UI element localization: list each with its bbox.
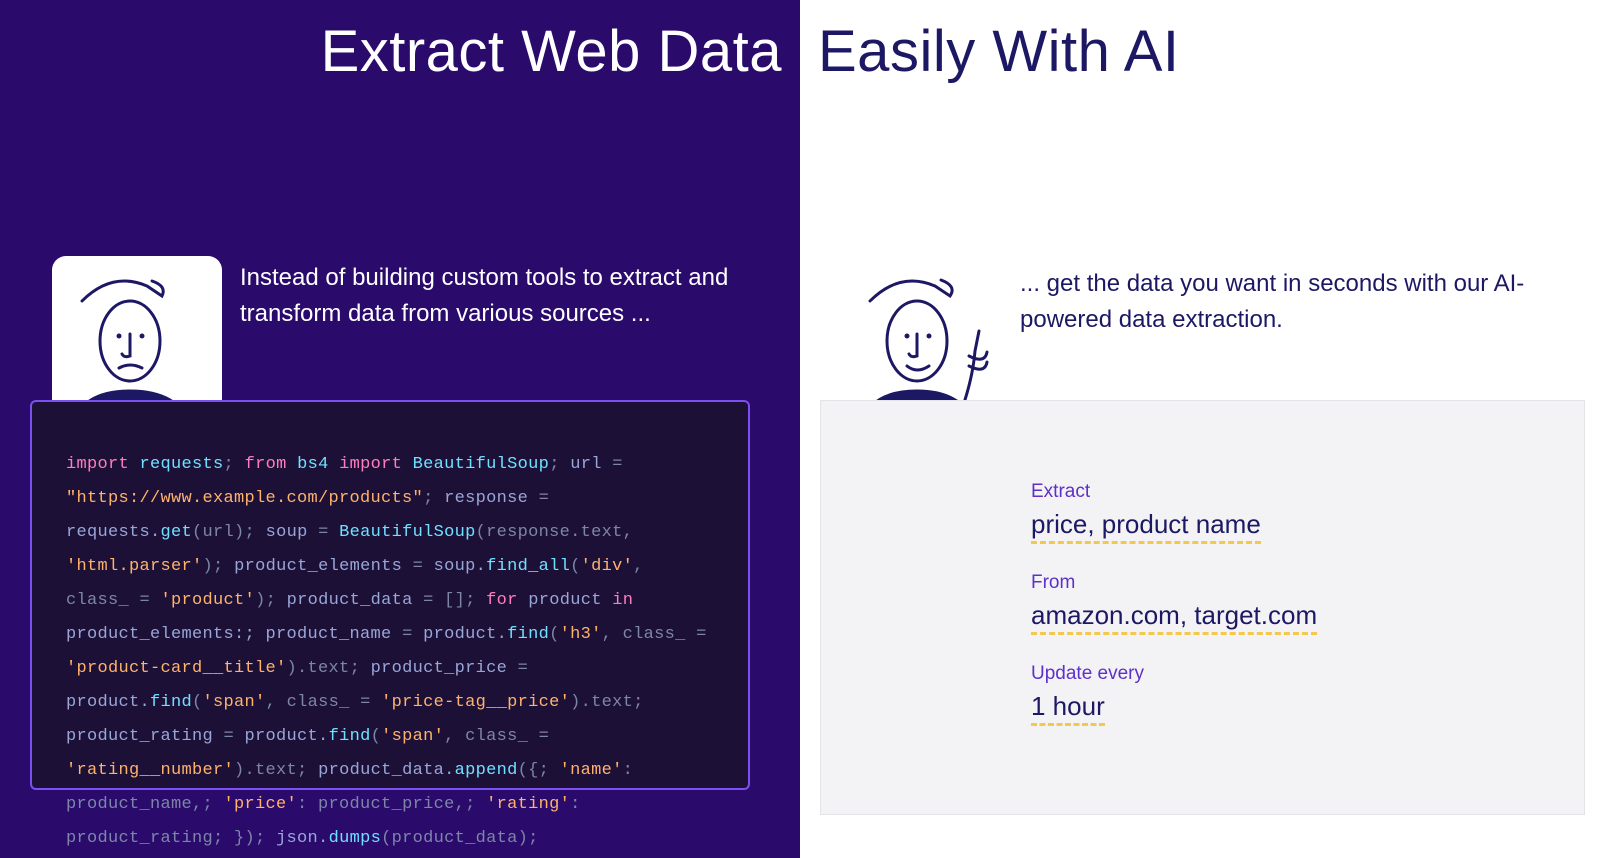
left-panel: Extract Web Data Instead of building cus…: [0, 0, 800, 858]
field-value[interactable]: price, product name: [1031, 509, 1261, 544]
field-extract: Extract price, product name: [1031, 481, 1524, 540]
field-label: Extract: [1031, 481, 1524, 503]
right-panel: Easily With AI ... get the data you want…: [800, 0, 1600, 858]
field-update-every: Update every 1 hour: [1031, 663, 1524, 722]
field-from: From amazon.com, target.com: [1031, 572, 1524, 631]
field-value[interactable]: amazon.com, target.com: [1031, 600, 1317, 635]
page-title-right: Easily With AI: [818, 18, 1180, 85]
field-label: From: [1031, 572, 1524, 594]
page-root: Extract Web Data Instead of building cus…: [0, 0, 1600, 858]
left-blurb: Instead of building custom tools to extr…: [240, 260, 740, 332]
right-blurb: ... get the data you want in seconds wit…: [1020, 266, 1550, 338]
field-label: Update every: [1031, 663, 1524, 685]
ai-form-card: Extract price, product name From amazon.…: [820, 400, 1585, 815]
page-title-left: Extract Web Data: [321, 18, 782, 85]
code-snippet: import requests; from bs4 import Beautif…: [30, 400, 750, 790]
field-value[interactable]: 1 hour: [1031, 691, 1105, 726]
